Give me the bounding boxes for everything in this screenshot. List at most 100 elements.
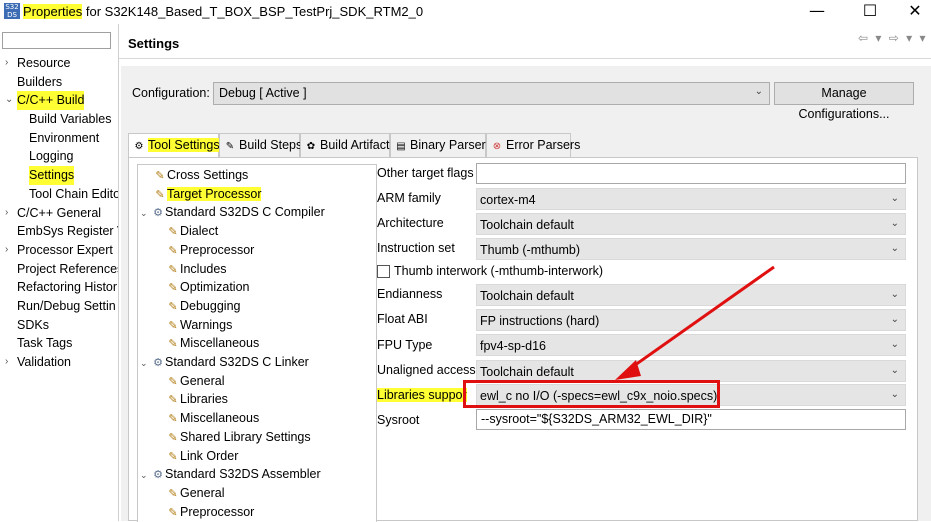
instruction-set-select[interactable]: Thumb (-mthumb) ⌄ bbox=[476, 238, 906, 260]
sidebar-item[interactable]: › Resource bbox=[0, 54, 118, 73]
sidebar-item[interactable]: Run/Debug Settin bbox=[0, 297, 118, 316]
chevron-down-icon: ⌄ bbox=[890, 339, 899, 350]
thumb-interwork-checkbox[interactable] bbox=[377, 265, 390, 278]
chevron-down-icon[interactable]: ⌄ bbox=[140, 204, 151, 222]
tab-label: Build Artifact bbox=[320, 138, 390, 152]
tree-item[interactable]: ✎ General bbox=[166, 484, 224, 502]
other-target-flags-input[interactable] bbox=[476, 163, 906, 184]
sidebar-item[interactable]: Logging bbox=[0, 147, 118, 166]
sidebar-item[interactable]: Task Tags bbox=[0, 334, 118, 353]
close-button[interactable]: ✕ bbox=[892, 0, 931, 24]
tree-item-label: Miscellaneous bbox=[180, 411, 260, 425]
unaligned-access-select[interactable]: Toolchain default ⌄ bbox=[476, 360, 906, 382]
chevron-down-icon[interactable]: ⌄ bbox=[5, 91, 13, 110]
chevron-right-icon[interactable]: › bbox=[5, 54, 8, 73]
sidebar-item[interactable]: Build Variables bbox=[0, 110, 118, 129]
tree-item[interactable]: ✎ Debugging bbox=[166, 297, 240, 315]
tree-item[interactable]: ✎ Preprocessor bbox=[166, 503, 254, 521]
panel-divider[interactable] bbox=[118, 24, 119, 521]
tree-item-label: Includes bbox=[180, 262, 227, 276]
tree-item-label: Optimization bbox=[180, 280, 250, 294]
sidebar-item-label: Environment bbox=[29, 130, 100, 145]
chevron-down-icon[interactable]: ⌄ bbox=[140, 466, 151, 484]
sidebar-item-label: Run/Debug Settin bbox=[17, 298, 116, 313]
endianness-label: Endianness bbox=[377, 287, 443, 301]
sysroot-input[interactable]: --sysroot="${S32DS_ARM32_EWL_DIR}" bbox=[476, 409, 906, 430]
fpu-type-value: fpv4-sp-d16 bbox=[480, 339, 547, 353]
sidebar-item[interactable]: Builders bbox=[0, 73, 118, 92]
chevron-right-icon[interactable]: › bbox=[5, 241, 8, 260]
tree-item-label: Preprocessor bbox=[180, 243, 255, 257]
tab-tool-settings[interactable]: ⚙ Tool Settings bbox=[128, 133, 220, 158]
chevron-right-icon[interactable]: › bbox=[5, 353, 8, 372]
instruction-set-label: Instruction set bbox=[377, 241, 455, 255]
tree-item[interactable]: ✎ Dialect bbox=[166, 222, 218, 240]
sidebar-item-label: C/C++ Build bbox=[17, 91, 85, 111]
tree-item[interactable]: ⌄ ⚙ Standard S32DS C Compiler bbox=[140, 203, 325, 221]
tree-item[interactable]: ✎ General bbox=[166, 372, 224, 390]
sidebar-item[interactable]: › Validation bbox=[0, 353, 118, 372]
tree-item-label: Link Order bbox=[180, 449, 239, 463]
sidebar-item[interactable]: Environment bbox=[0, 129, 118, 148]
title-highlight: Properties bbox=[23, 4, 83, 19]
tree-item[interactable]: ✎ Optimization bbox=[166, 278, 249, 296]
tab-build-steps[interactable]: ✎ Build Steps bbox=[219, 133, 302, 157]
float-abi-value: FP instructions (hard) bbox=[480, 314, 600, 328]
minimize-button[interactable]: — bbox=[794, 0, 840, 24]
arm-family-select[interactable]: cortex-m4 ⌄ bbox=[476, 188, 906, 210]
tab-error-parsers[interactable]: ⊗ Error Parsers bbox=[486, 133, 580, 157]
sidebar-item[interactable]: › Processor Expert bbox=[0, 241, 118, 260]
sidebar-item[interactable]: › C/C++ General bbox=[0, 204, 118, 223]
tree-item[interactable]: ⌄ ⚙ Standard S32DS C Linker bbox=[140, 353, 309, 371]
tab-build-artifact[interactable]: ✿ Build Artifact bbox=[300, 133, 390, 157]
property-tree: › Resource Builders ⌄ C/C++ Build Build Varia… bbox=[0, 54, 118, 372]
sidebar-item[interactable]: Project References bbox=[0, 260, 118, 279]
sidebar-item-label: Task Tags bbox=[17, 336, 73, 351]
option-icon: ✎ bbox=[155, 170, 165, 182]
configuration-select[interactable]: Debug [ Active ] ⌄ bbox=[213, 82, 770, 105]
sidebar-item-label: Tool Chain Edito bbox=[29, 186, 118, 201]
maximize-button[interactable]: ☐ bbox=[847, 0, 893, 24]
tree-item[interactable]: ✎ Miscellaneous bbox=[166, 334, 259, 352]
tab-binary-parsers[interactable]: ▤ Binary Parsers bbox=[390, 133, 492, 157]
chevron-down-icon: ⌄ bbox=[890, 289, 899, 300]
manage-configurations-button[interactable]: Manage Configurations... bbox=[774, 82, 914, 121]
tree-item[interactable]: ✎ Preprocessor bbox=[166, 241, 254, 259]
history-nav-arrows[interactable]: ⇦ ▾ ⇨ ▾ ▾ bbox=[858, 31, 928, 45]
chevron-down-icon[interactable]: ⌄ bbox=[140, 354, 151, 372]
tree-item[interactable]: ✎ Libraries bbox=[166, 390, 228, 408]
tree-item-label: Shared Library Settings bbox=[180, 430, 311, 444]
float-abi-select[interactable]: FP instructions (hard) ⌄ bbox=[476, 309, 906, 331]
sidebar-item[interactable]: SDKs bbox=[0, 316, 118, 335]
tab-label: Tool Settings bbox=[148, 138, 220, 152]
architecture-select[interactable]: Toolchain default ⌄ bbox=[476, 213, 906, 235]
tree-item[interactable]: ✎ Warnings bbox=[166, 316, 232, 334]
tree-item[interactable]: ✎ Cross Settings bbox=[153, 166, 248, 184]
configuration-label: Configuration: bbox=[132, 86, 210, 100]
tree-item[interactable]: ✎ Target Processor bbox=[153, 185, 262, 203]
sidebar-item[interactable]: Settings bbox=[0, 166, 118, 185]
sidebar-item[interactable]: ⌄ C/C++ Build bbox=[0, 91, 118, 111]
chevron-right-icon[interactable]: › bbox=[5, 204, 8, 223]
endianness-select[interactable]: Toolchain default ⌄ bbox=[476, 284, 906, 306]
sidebar-item[interactable]: Tool Chain Edito bbox=[0, 185, 118, 204]
tree-item[interactable]: ✎ Miscellaneous bbox=[166, 409, 259, 427]
tree-item[interactable]: ✎ Includes bbox=[166, 260, 227, 278]
option-icon: ✎ bbox=[168, 301, 178, 313]
tree-item[interactable]: ✎ Link Order bbox=[166, 447, 238, 465]
gear-icon: ⚙ bbox=[134, 141, 144, 152]
title-rest: for S32K148_Based_T_BOX_BSP_TestPrj_SDK_… bbox=[82, 4, 424, 19]
filter-input[interactable] bbox=[2, 32, 111, 49]
tree-item[interactable]: ⌄ ⚙ Standard S32DS Assembler bbox=[140, 465, 321, 483]
sidebar-item[interactable]: EmbSys Register V bbox=[0, 222, 118, 241]
option-icon: ✎ bbox=[168, 451, 178, 463]
fpu-type-select[interactable]: fpv4-sp-d16 ⌄ bbox=[476, 334, 906, 356]
option-icon: ✎ bbox=[168, 264, 178, 276]
property-nav-panel: › Resource Builders ⌄ C/C++ Build Build Varia… bbox=[0, 24, 118, 521]
tree-item-label: Debugging bbox=[180, 299, 241, 313]
tree-item-label: General bbox=[180, 374, 225, 388]
unaligned-access-value: Toolchain default bbox=[480, 365, 574, 379]
sidebar-item-label: Settings bbox=[29, 166, 75, 185]
sidebar-item[interactable]: Refactoring Histor bbox=[0, 278, 118, 297]
tree-item[interactable]: ✎ Shared Library Settings bbox=[166, 428, 311, 446]
